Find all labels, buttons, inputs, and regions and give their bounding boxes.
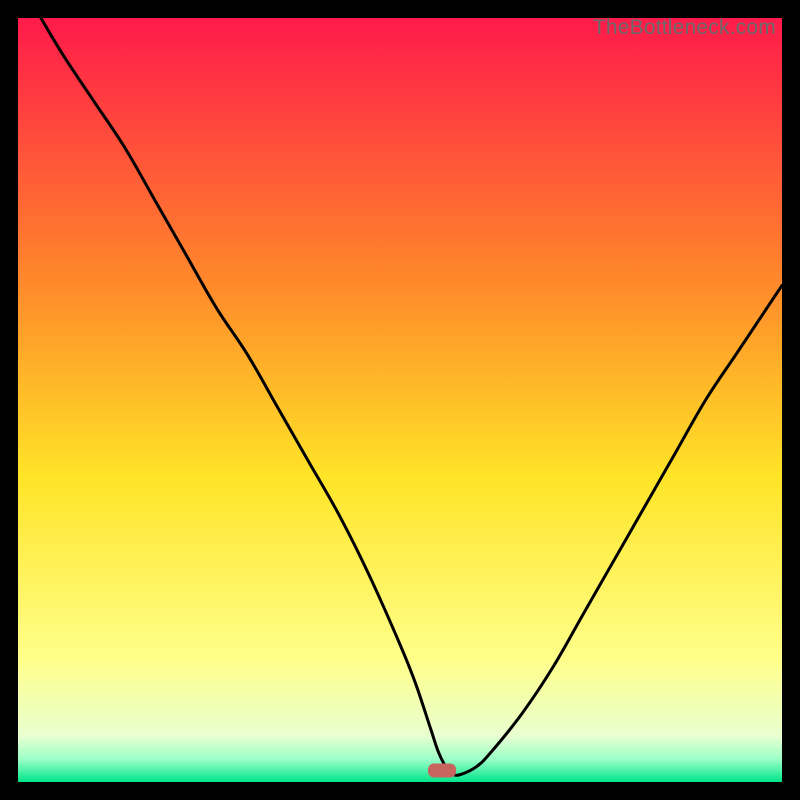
- chart-background: [18, 18, 782, 782]
- chart-svg: [18, 18, 782, 782]
- minimum-marker: [428, 764, 456, 778]
- watermark-text: TheBottleneck.com: [593, 16, 776, 40]
- chart-frame: TheBottleneck.com: [18, 18, 782, 782]
